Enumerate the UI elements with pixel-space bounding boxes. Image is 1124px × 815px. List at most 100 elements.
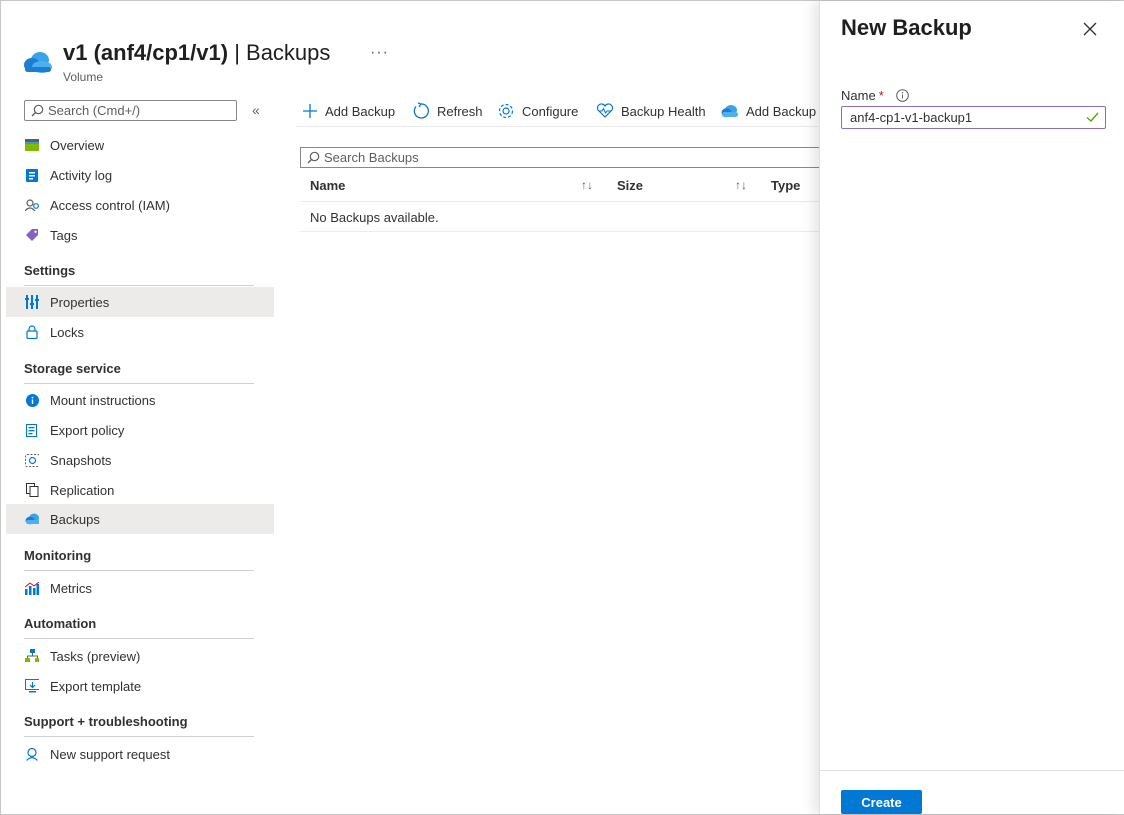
close-icon[interactable] xyxy=(1082,21,1098,37)
tasks-icon xyxy=(25,649,39,663)
sidebar-search-input[interactable]: Search (Cmd+/) xyxy=(24,100,237,121)
sidebar-item-label: Tasks (preview) xyxy=(50,648,141,664)
required-marker: * xyxy=(878,88,884,103)
create-button[interactable]: Create xyxy=(841,790,922,814)
sidebar-item-label: Properties xyxy=(50,294,110,310)
empty-message: No Backups available. xyxy=(310,210,439,225)
info-icon[interactable] xyxy=(896,89,909,107)
sidebar-item-backups[interactable]: Backups xyxy=(6,504,274,534)
add-backup-label: Add Backup xyxy=(325,103,396,119)
column-header-size[interactable]: Size xyxy=(617,178,643,193)
sidebar-item-label: Snapshots xyxy=(50,452,112,468)
header-divider xyxy=(300,201,820,202)
support-icon xyxy=(25,747,39,761)
configure-label: Configure xyxy=(522,103,579,119)
backup-health-button[interactable]: Backup Health xyxy=(596,100,706,122)
sidebar-item-snapshots[interactable]: Snapshots xyxy=(6,445,274,475)
sidebar-item-label: Access control (IAM) xyxy=(50,197,170,213)
section-monitoring: Monitoring xyxy=(24,548,92,563)
overview-icon xyxy=(25,138,39,152)
search-icon xyxy=(307,151,320,164)
toolbar-divider xyxy=(296,126,818,127)
divider xyxy=(24,285,254,286)
backup-health-label: Backup Health xyxy=(621,103,706,119)
backup-cloud-icon xyxy=(25,512,39,526)
iam-icon xyxy=(25,198,39,212)
configure-button[interactable]: Configure xyxy=(497,100,578,122)
sidebar-item-label: Backups xyxy=(50,511,100,527)
section-settings: Settings xyxy=(24,263,76,278)
sidebar-item-export-policy[interactable]: Export policy xyxy=(6,415,274,445)
lock-icon xyxy=(25,325,39,339)
activity-log-icon xyxy=(25,168,39,182)
search-backups-input[interactable]: Search Backups xyxy=(300,147,820,168)
sidebar-item-label: Overview xyxy=(50,137,105,153)
add-backup-button[interactable]: Add Backup xyxy=(302,100,395,122)
panel-title: New Backup xyxy=(841,15,972,40)
volume-cloud-icon xyxy=(22,48,54,76)
add-backup-vault-label: Add Backup xyxy=(746,103,817,119)
footer-divider xyxy=(820,770,1124,771)
sort-icon[interactable]: ↑↓ xyxy=(581,178,593,192)
snapshot-icon xyxy=(25,453,39,467)
new-backup-panel: New Backup Name * anf4-cp1-v1-backup1 Cre… xyxy=(819,1,1124,814)
section-automation: Automation xyxy=(24,616,97,631)
sidebar-item-label: Metrics xyxy=(50,580,92,596)
sidebar-item-label: New support request xyxy=(50,746,170,762)
refresh-label: Refresh xyxy=(437,103,483,119)
divider xyxy=(24,638,254,639)
plus-icon xyxy=(302,103,318,119)
page-title: v1 (anf4/cp1/v1) | Backups xyxy=(63,40,330,66)
sidebar-item-mount-instructions[interactable]: Mount instructions xyxy=(6,385,274,415)
section-storage-service: Storage service xyxy=(24,361,121,376)
sidebar-item-label: Locks xyxy=(50,324,84,340)
sidebar-item-activity-log[interactable]: Activity log xyxy=(6,160,274,190)
sidebar-item-replication[interactable]: Replication xyxy=(6,475,274,505)
gear-icon xyxy=(497,102,515,120)
export-template-icon xyxy=(25,679,39,693)
more-options-button[interactable]: ··· xyxy=(370,44,389,62)
checkmark-icon xyxy=(1086,111,1099,126)
sidebar-item-metrics[interactable]: Metrics xyxy=(6,573,274,603)
name-label-text: Name xyxy=(841,88,876,103)
sidebar-item-overview[interactable]: Overview xyxy=(6,130,274,160)
sidebar-item-locks[interactable]: Locks xyxy=(6,317,274,347)
search-icon xyxy=(31,104,44,117)
sidebar-item-label: Export template xyxy=(50,678,142,694)
sidebar-item-iam[interactable]: Access control (IAM) xyxy=(6,190,274,220)
backup-name-input[interactable]: anf4-cp1-v1-backup1 xyxy=(841,106,1106,129)
divider xyxy=(24,383,254,384)
tag-icon xyxy=(25,228,39,242)
collapse-sidebar-button[interactable]: « xyxy=(252,102,260,118)
page-title-main: v1 (anf4/cp1/v1) xyxy=(63,40,229,65)
section-support: Support + troubleshooting xyxy=(24,714,188,729)
backup-name-value: anf4-cp1-v1-backup1 xyxy=(850,110,973,125)
refresh-button[interactable]: Refresh xyxy=(412,100,483,122)
sidebar-item-tags[interactable]: Tags xyxy=(6,220,274,250)
export-policy-icon xyxy=(25,423,39,437)
backup-cloud-icon xyxy=(721,104,739,118)
sidebar-item-label: Mount instructions xyxy=(50,392,156,408)
replication-icon xyxy=(25,483,39,497)
add-backup-vault-button[interactable]: Add Backup xyxy=(721,100,816,122)
sidebar-item-label: Tags xyxy=(50,227,78,243)
sidebar-item-tasks[interactable]: Tasks (preview) xyxy=(6,641,274,671)
column-header-name[interactable]: Name xyxy=(310,178,345,193)
sidebar-item-label: Activity log xyxy=(50,167,113,183)
sidebar-item-label: Export policy xyxy=(50,422,125,438)
metrics-icon xyxy=(25,581,39,595)
sidebar-item-label: Replication xyxy=(50,482,115,498)
sort-icon[interactable]: ↑↓ xyxy=(735,178,747,192)
info-icon xyxy=(25,393,39,407)
divider xyxy=(24,736,254,737)
column-header-type[interactable]: Type xyxy=(771,178,800,193)
sidebar-item-properties[interactable]: Properties xyxy=(6,287,274,317)
search-backups-placeholder: Search Backups xyxy=(324,150,419,165)
sidebar-item-new-support-request[interactable]: New support request xyxy=(6,739,274,769)
sidebar-item-export-template[interactable]: Export template xyxy=(6,671,274,701)
divider xyxy=(24,570,254,571)
name-label: Name * xyxy=(841,88,884,103)
page-title-suffix: | Backups xyxy=(228,40,331,65)
page-subtitle: Volume xyxy=(63,70,104,84)
properties-icon xyxy=(25,295,39,309)
